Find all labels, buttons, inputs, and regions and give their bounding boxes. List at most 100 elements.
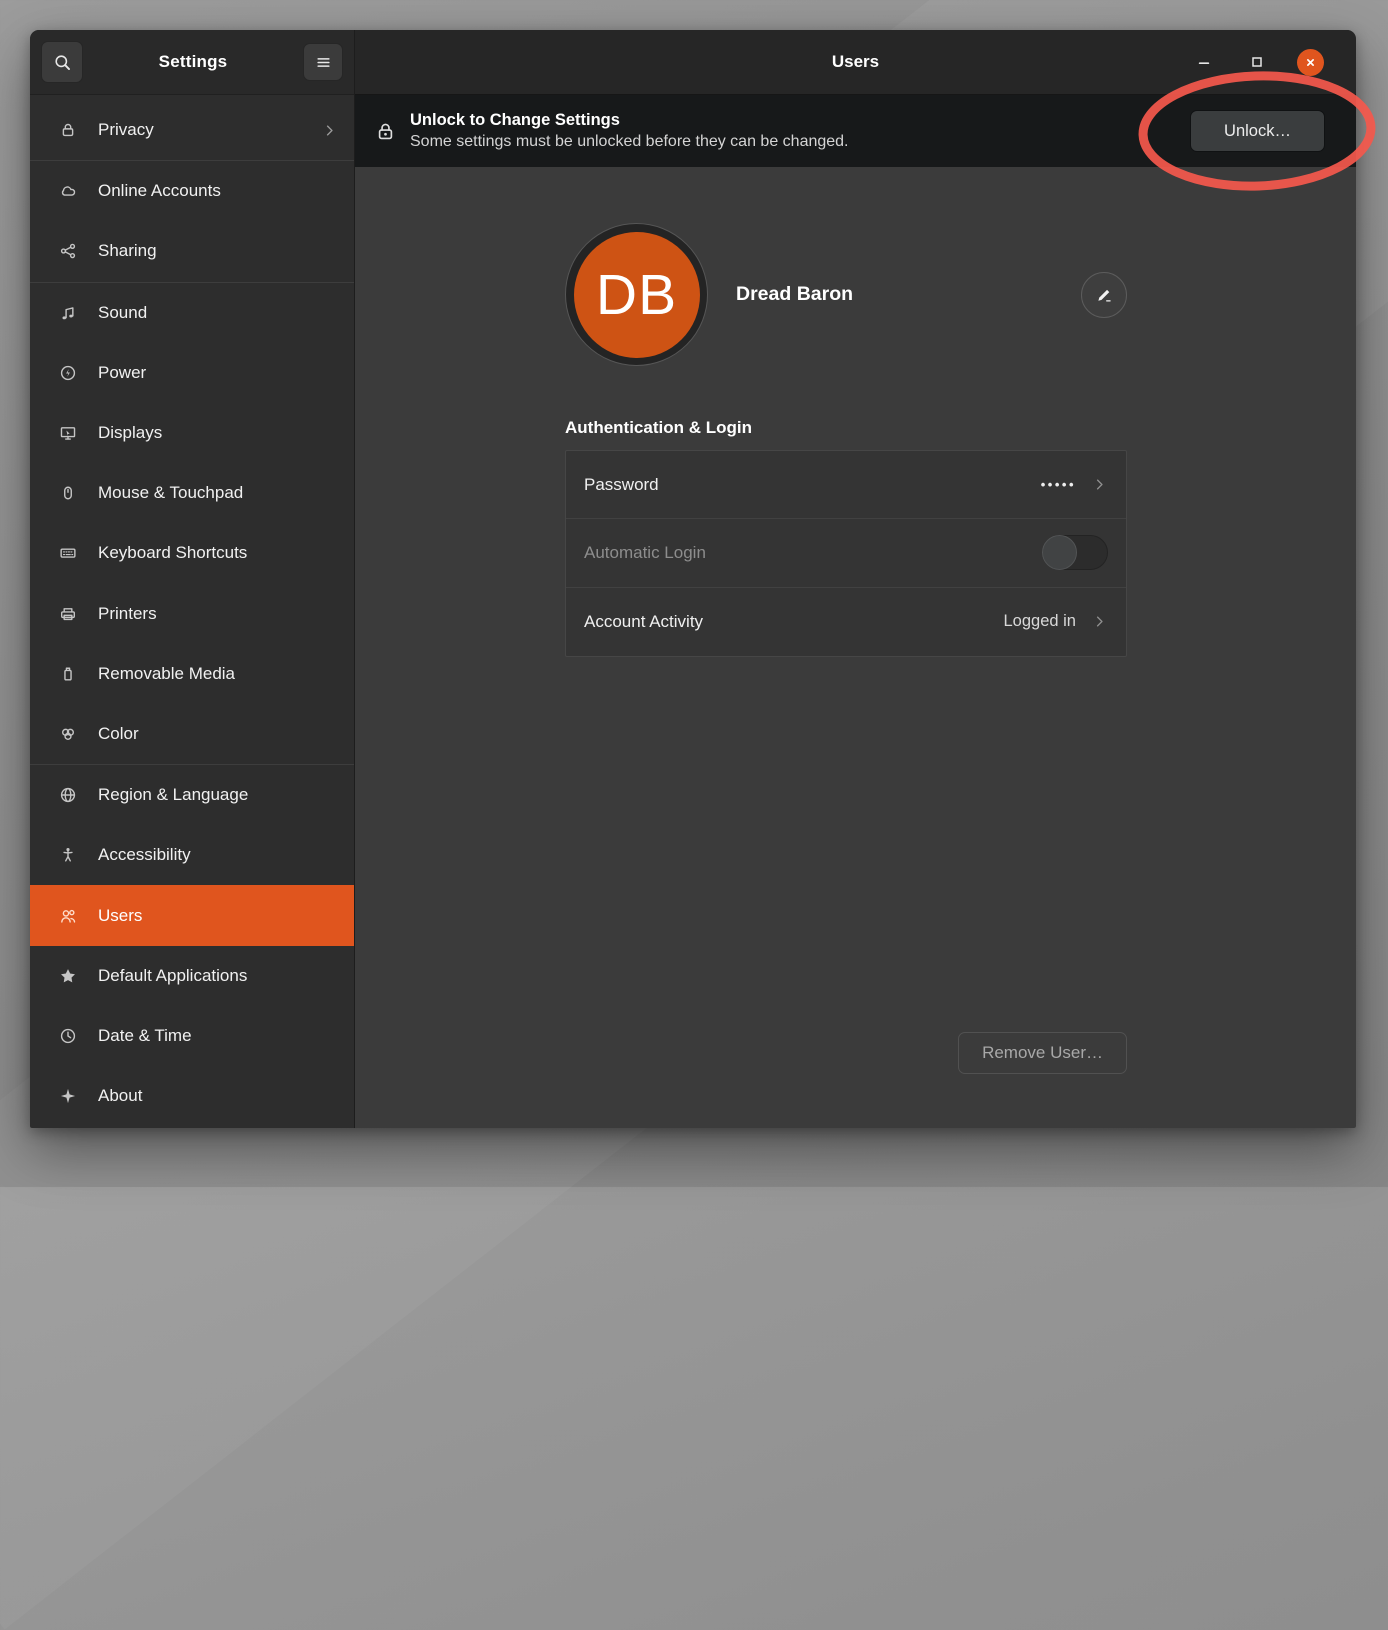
sidebar-item-label: Privacy xyxy=(98,120,154,140)
sidebar-item-removable-media[interactable]: Removable Media xyxy=(30,644,354,704)
sidebar-item-privacy[interactable]: Privacy xyxy=(30,100,354,160)
lock-icon xyxy=(374,120,397,143)
hamburger-icon xyxy=(315,54,332,71)
user-header-row: DB Dread Baron xyxy=(565,223,1127,366)
pencil-icon xyxy=(1095,286,1113,304)
star-icon xyxy=(59,967,77,985)
edit-name-button[interactable] xyxy=(1081,272,1127,318)
row-label: Account Activity xyxy=(584,612,703,632)
close-button[interactable] xyxy=(1297,49,1324,76)
automatic-login-toggle[interactable] xyxy=(1042,535,1108,570)
sidebar-item-label: Power xyxy=(98,363,146,383)
sidebar-item-label: Date & Time xyxy=(98,1026,192,1046)
users-icon xyxy=(59,907,77,925)
sidebar-title: Settings xyxy=(83,52,303,72)
removable-icon xyxy=(59,665,77,683)
accessibility-icon xyxy=(59,846,77,864)
sidebar-item-label: About xyxy=(98,1086,142,1106)
row-value-area: Logged in xyxy=(1004,612,1109,631)
sidebar-item-label: Printers xyxy=(98,604,157,624)
unlock-banner: Unlock to Change Settings Some settings … xyxy=(355,95,1356,167)
account-activity-row[interactable]: Account Activity Logged in xyxy=(566,588,1126,656)
headerbar: Users xyxy=(355,30,1356,95)
row-label: Password xyxy=(584,475,659,495)
sidebar-item-displays[interactable]: Displays xyxy=(30,403,354,463)
toggle-knob xyxy=(1042,535,1077,570)
sidebar-item-power[interactable]: Power xyxy=(30,343,354,403)
row-value-area xyxy=(1042,535,1108,570)
sidebar-item-default-applications[interactable]: Default Applications xyxy=(30,946,354,1006)
remove-user-button[interactable]: Remove User… xyxy=(958,1032,1127,1074)
sidebar-item-date-time[interactable]: Date & Time xyxy=(30,1006,354,1066)
content-column: DB Dread Baron Authentication & Login Pa… xyxy=(565,223,1127,657)
clock-icon xyxy=(59,1027,77,1045)
mouse-icon xyxy=(59,484,77,502)
maximize-button[interactable] xyxy=(1244,49,1270,75)
sidebar-item-label: Sharing xyxy=(98,241,157,261)
maximize-icon xyxy=(1253,58,1261,66)
sidebar-item-label: Mouse & Touchpad xyxy=(98,483,243,503)
avatar-ring: DB xyxy=(565,223,708,366)
password-row[interactable]: Password ••••• xyxy=(566,451,1126,519)
section-title: Authentication & Login xyxy=(565,418,1127,438)
sidebar-item-label: Region & Language xyxy=(98,785,248,805)
search-icon xyxy=(53,53,72,72)
sidebar-item-label: Removable Media xyxy=(98,664,235,684)
sound-icon xyxy=(59,304,77,322)
sidebar-item-about[interactable]: About xyxy=(30,1066,354,1126)
automatic-login-row[interactable]: Automatic Login xyxy=(566,519,1126,587)
minimize-button[interactable] xyxy=(1191,49,1217,75)
sidebar-item-online-accounts[interactable]: Online Accounts xyxy=(30,161,354,221)
share-icon xyxy=(59,242,77,260)
sidebar-item-sound[interactable]: Sound xyxy=(30,283,354,343)
sidebar-item-label: Accessibility xyxy=(98,845,191,865)
sidebar: Settings Privacy Online Accounts Sharing So… xyxy=(30,30,355,1128)
sidebar-header: Settings xyxy=(30,30,354,95)
primary-menu-button[interactable] xyxy=(303,43,343,81)
unlock-subtitle: Some settings must be unlocked before th… xyxy=(410,133,849,151)
sidebar-item-color[interactable]: Color xyxy=(30,704,354,764)
sidebar-item-users[interactable]: Users xyxy=(30,885,354,945)
auth-card: Password ••••• Automatic Login Account Acti… xyxy=(565,450,1127,657)
display-icon xyxy=(59,424,77,442)
cloud-icon xyxy=(59,182,77,200)
close-icon xyxy=(1308,59,1313,64)
chevron-right-icon xyxy=(1091,613,1108,630)
row-value-area: ••••• xyxy=(1041,476,1108,493)
user-full-name: Dread Baron xyxy=(736,283,853,306)
printer-icon xyxy=(59,605,77,623)
sparkle-icon xyxy=(59,1087,77,1105)
sidebar-item-keyboard-shortcuts[interactable]: Keyboard Shortcuts xyxy=(30,523,354,583)
row-label: Automatic Login xyxy=(584,543,706,563)
window-controls xyxy=(1191,49,1356,76)
sidebar-item-label: Users xyxy=(98,906,142,926)
color-icon xyxy=(59,725,77,743)
row-value: Logged in xyxy=(1004,612,1077,631)
search-button[interactable] xyxy=(41,41,83,83)
sidebar-item-label: Online Accounts xyxy=(98,181,221,201)
sidebar-item-accessibility[interactable]: Accessibility xyxy=(30,825,354,885)
unlock-title: Unlock to Change Settings xyxy=(410,111,849,130)
chevron-right-icon xyxy=(321,122,338,139)
sidebar-item-label: Color xyxy=(98,724,139,744)
globe-icon xyxy=(59,786,77,804)
sidebar-item-region-language[interactable]: Region & Language xyxy=(30,765,354,825)
sidebar-item-printers[interactable]: Printers xyxy=(30,584,354,644)
sidebar-item-label: Displays xyxy=(98,423,162,443)
users-page: DB Dread Baron Authentication & Login Pa… xyxy=(355,167,1356,1128)
lock-icon xyxy=(59,121,77,139)
sidebar-item-label: Default Applications xyxy=(98,966,247,986)
sidebar-item-mouse-touchpad[interactable]: Mouse & Touchpad xyxy=(30,463,354,523)
unlock-button[interactable]: Unlock… xyxy=(1190,110,1325,152)
main-panel: Users Unlock to Change Settings Some set… xyxy=(355,30,1356,1128)
sidebar-item-label: Keyboard Shortcuts xyxy=(98,543,247,563)
power-icon xyxy=(59,364,77,382)
sidebar-item-label: Sound xyxy=(98,303,147,323)
avatar[interactable]: DB xyxy=(574,232,700,358)
sidebar-item-sharing[interactable]: Sharing xyxy=(30,221,354,281)
keyboard-icon xyxy=(59,544,77,562)
unlock-text: Unlock to Change Settings Some settings … xyxy=(410,111,849,151)
row-value: ••••• xyxy=(1041,477,1076,492)
chevron-right-icon xyxy=(1091,476,1108,493)
settings-window: Settings Privacy Online Accounts Sharing So… xyxy=(30,30,1356,1128)
